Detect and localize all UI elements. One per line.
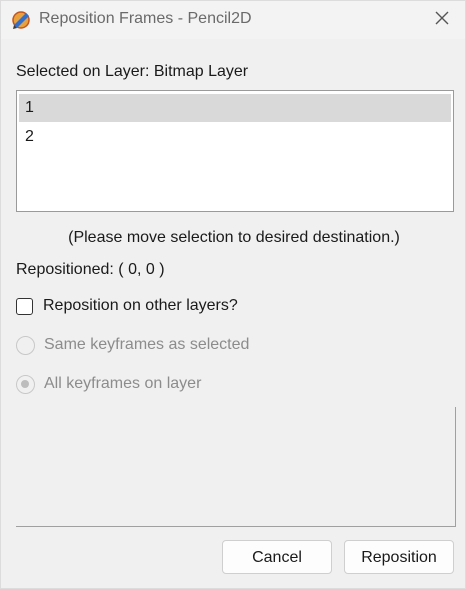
same-keyframes-radio[interactable] <box>16 335 35 355</box>
list-item[interactable]: 2 <box>19 123 451 151</box>
list-item[interactable]: 1 <box>19 94 451 122</box>
window-title: Reposition Frames - Pencil2D <box>39 10 252 27</box>
reposition-other-layers-option[interactable]: Reposition on other layers? <box>16 295 238 317</box>
close-button[interactable] <box>429 7 455 33</box>
repositioned-offset: Repositioned: ( 0, 0 ) <box>16 261 165 278</box>
radio-label: All keyframes on layer <box>44 375 202 392</box>
title-bar[interactable]: Reposition Frames - Pencil2D <box>1 1 465 39</box>
reposition-button[interactable]: Reposition <box>344 540 454 574</box>
same-keyframes-option[interactable]: Same keyframes as selected <box>16 334 249 356</box>
layer-label: Selected on Layer: Bitmap Layer <box>16 63 249 80</box>
pencil2d-logo-icon <box>11 10 31 30</box>
all-keyframes-radio[interactable] <box>16 374 35 394</box>
list-item-label: 2 <box>25 128 34 145</box>
frames-list[interactable]: 1 2 <box>16 90 454 212</box>
reposition-other-layers-checkbox[interactable] <box>16 297 33 315</box>
all-keyframes-option[interactable]: All keyframes on layer <box>16 373 201 395</box>
reposition-frames-dialog: Reposition Frames - Pencil2D Selected on… <box>0 0 466 589</box>
radio-label: Same keyframes as selected <box>44 336 250 353</box>
close-icon <box>435 11 449 30</box>
cancel-button[interactable]: Cancel <box>222 540 332 574</box>
list-item-label: 1 <box>25 99 34 116</box>
checkbox-label: Reposition on other layers? <box>43 297 238 314</box>
options-group-frame <box>16 407 456 527</box>
instruction-hint: (Please move selection to desired destin… <box>68 229 400 246</box>
